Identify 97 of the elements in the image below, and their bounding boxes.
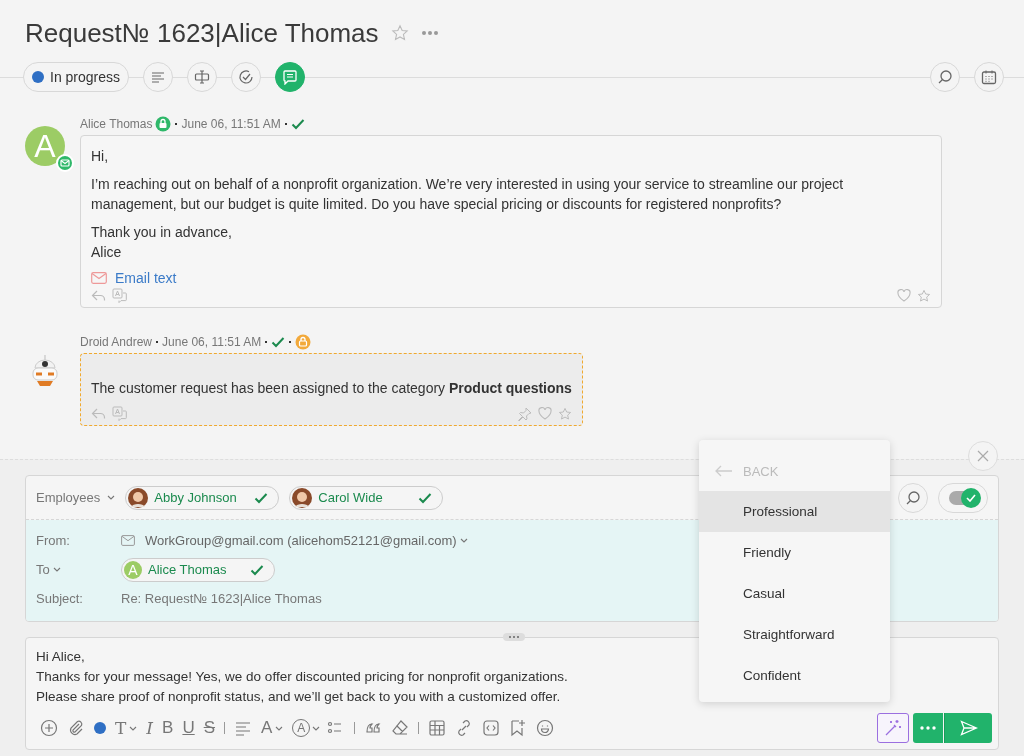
recipient-avatar: A — [124, 560, 142, 579]
avatar-icon — [128, 487, 149, 508]
menu-item[interactable]: Straightforward — [699, 614, 890, 655]
lock-badge-icon — [155, 116, 172, 132]
caret-icon — [52, 567, 61, 572]
search-icon — [905, 489, 921, 506]
avatar-icon — [292, 487, 313, 508]
text-field-icon — [194, 69, 211, 85]
search-button[interactable] — [930, 62, 960, 92]
reply-icon[interactable] — [91, 407, 106, 420]
format-button[interactable]: B — [162, 718, 174, 738]
caret-icon — [107, 495, 116, 500]
tool-button[interactable] — [275, 62, 306, 92]
pin-icon[interactable] — [517, 406, 532, 421]
tool-button[interactable] — [143, 62, 174, 92]
star-icon[interactable] — [557, 406, 572, 421]
tool-button[interactable] — [187, 62, 218, 92]
menu-item[interactable]: Professional — [699, 491, 890, 532]
robot-icon — [30, 354, 60, 388]
subject-label: Subject: — [36, 591, 84, 606]
send-icon — [959, 720, 978, 736]
reply-text[interactable]: Hi Alice, Thanks for your message! Yes, we do offer discounted pricing for nonprofit organizations. Please share proof of nonprofit status, and we’ll get back to you with a customized offer. — [36, 647, 568, 707]
message-text: I’m reaching out on behalf of a nonprofit organization. We’re very interested in using your service to streamline our project management, but our budget is quite limited. Do you have special pricing or discounts for registered nonprofits? — [91, 175, 845, 214]
caret-icon — [459, 538, 468, 543]
magic-wand-icon — [884, 719, 902, 737]
menu-item[interactable]: Casual — [699, 573, 890, 614]
color-dot[interactable] — [94, 722, 106, 734]
bookmark-icon[interactable] — [509, 719, 528, 737]
arrow-left-icon — [715, 465, 733, 477]
check-circle-icon — [238, 69, 255, 85]
check-icon — [254, 491, 269, 504]
check-icon — [966, 493, 976, 502]
message-time: June 06, 11:51 AM — [162, 335, 262, 349]
calendar-icon — [981, 69, 997, 85]
chat-icon — [282, 69, 299, 85]
add-icon[interactable] — [40, 719, 58, 737]
employee-chip[interactable]: Abby Johnson — [125, 485, 280, 510]
email-badge-icon — [56, 154, 74, 172]
envelope-icon — [91, 272, 107, 284]
format-button[interactable]: S — [203, 718, 216, 738]
code-icon[interactable] — [482, 719, 501, 737]
to-dropdown[interactable]: To — [36, 562, 111, 577]
table-icon[interactable] — [428, 719, 447, 737]
search-icon — [937, 69, 953, 85]
format-button[interactable]: A — [261, 718, 284, 738]
caret-icon — [129, 725, 138, 731]
ai-magic-button[interactable] — [877, 713, 909, 743]
align-icon[interactable] — [234, 719, 253, 737]
star-icon[interactable] — [390, 24, 409, 42]
check-icon — [418, 491, 433, 504]
check-icon — [250, 563, 264, 576]
message-text: Hi, — [91, 147, 110, 166]
reply-icon[interactable] — [91, 289, 106, 302]
eraser-icon[interactable] — [391, 719, 410, 737]
search-button[interactable] — [898, 482, 928, 513]
heart-icon[interactable] — [897, 289, 911, 302]
author-name: Alice Thomas — [80, 117, 153, 131]
more-options-button[interactable] — [913, 713, 943, 743]
close-icon — [976, 449, 990, 463]
message-time: June 06, 11:51 AM — [181, 117, 281, 131]
send-button[interactable] — [944, 713, 992, 743]
employees-dropdown[interactable]: Employees — [36, 490, 116, 505]
calendar-button[interactable] — [974, 62, 1004, 92]
more-icon[interactable] — [420, 30, 439, 36]
check-icon — [271, 336, 286, 348]
star-icon[interactable] — [917, 288, 931, 303]
format-button[interactable]: I — [146, 718, 154, 738]
check-icon — [290, 118, 305, 130]
recipient-chip[interactable]: A Alice Thomas — [121, 557, 275, 582]
author-name: Droid Andrew — [80, 335, 153, 349]
more-icon — [920, 726, 936, 730]
menu-item[interactable]: Confident — [699, 655, 890, 696]
envelope-icon — [121, 535, 135, 546]
subject-field[interactable]: Re: Request№ 1623|Alice Thomas — [121, 591, 322, 606]
caret-icon — [275, 725, 284, 731]
menu-item[interactable]: Friendly — [699, 532, 890, 573]
from-address[interactable]: WorkGroup@gmail.com (alicehom52121@gmail.com) — [145, 533, 468, 548]
close-button[interactable] — [968, 441, 998, 471]
translate-icon[interactable] — [112, 288, 127, 303]
resize-handle[interactable] — [503, 633, 525, 641]
lock-badge-icon — [295, 334, 312, 350]
status-button[interactable]: In progress — [23, 62, 130, 92]
message-text: The customer request has been assigned to the category Product questions — [91, 379, 572, 398]
from-label: From: — [36, 533, 71, 548]
smiley-icon[interactable] — [536, 719, 555, 737]
message-text: Thank you in advance, Alice — [91, 223, 233, 262]
tool-button[interactable] — [231, 62, 262, 92]
format-button[interactable]: T — [115, 718, 138, 738]
request-title: Request№ 1623|Alice Thomas — [25, 17, 379, 49]
caret-icon — [312, 725, 321, 731]
employee-chip[interactable]: Carol Wide — [289, 485, 444, 510]
lines-icon — [150, 69, 167, 85]
paperclip-icon[interactable] — [67, 719, 85, 737]
status-label: In progress — [50, 69, 121, 85]
heart-icon[interactable] — [537, 407, 552, 420]
format-button[interactable]: U — [182, 718, 195, 738]
email-text-link[interactable]: Email text — [115, 270, 177, 286]
